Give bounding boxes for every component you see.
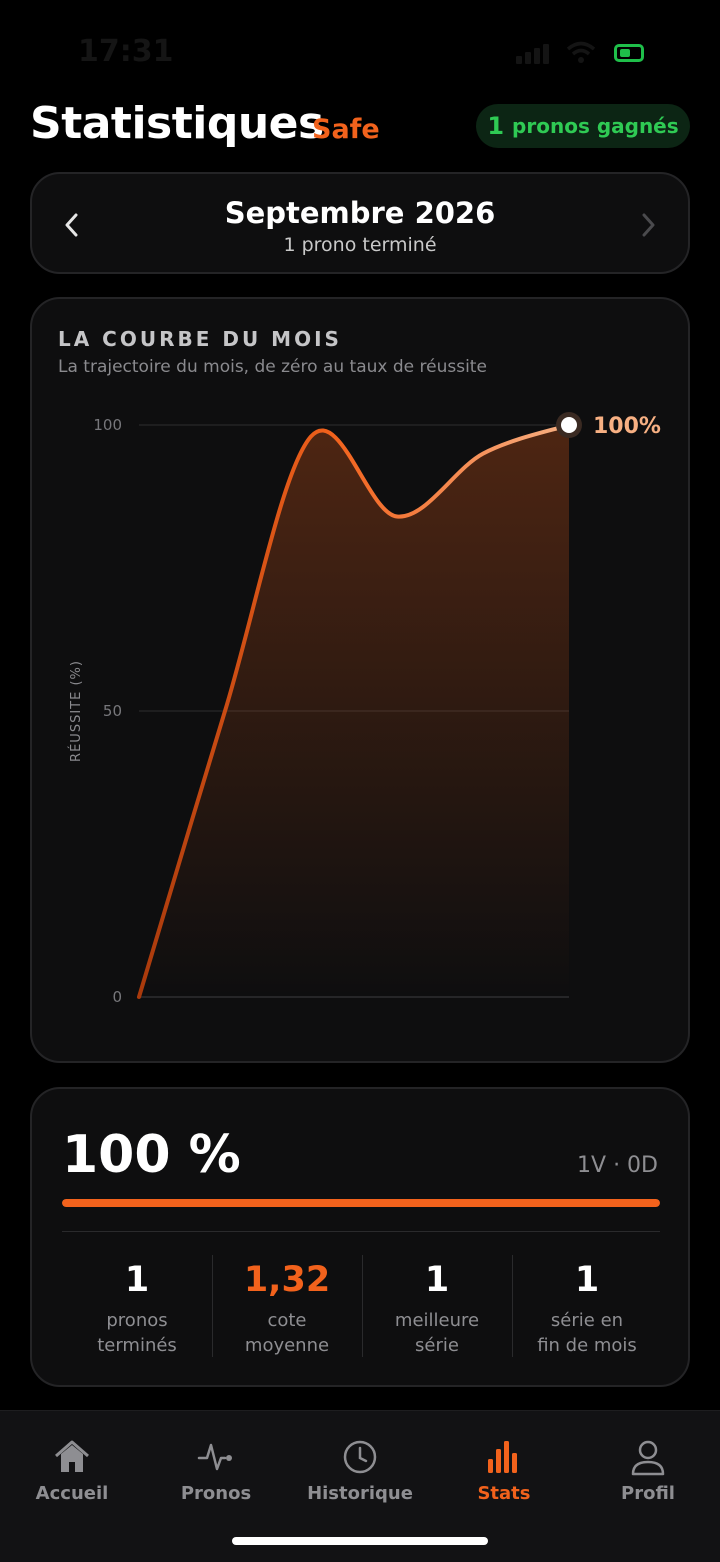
kpi-label: meilleure série	[394, 1310, 480, 1356]
month-curve-card: LA COURBE DU MOIS La trajectoire du mois…	[30, 297, 690, 1063]
nav-label: Profil	[621, 1483, 675, 1504]
month-subtitle: 1 prono terminé	[283, 234, 437, 256]
kpi-label: série en fin de mois	[537, 1310, 637, 1356]
y-tick-label: 100	[93, 416, 122, 434]
month-title: Septembre 2026	[224, 196, 496, 230]
month-selector: Septembre 2026 1 prono terminé	[30, 172, 690, 274]
bar-chart-icon	[488, 1441, 517, 1473]
nav-label: Stats	[477, 1483, 531, 1504]
won-label: pronos gagnés	[512, 114, 679, 138]
kpi-value: 1	[574, 1260, 600, 1300]
home-indicator[interactable]	[232, 1537, 488, 1545]
next-month-button[interactable]	[636, 210, 662, 240]
kpi-label: cote moyenne	[244, 1310, 330, 1356]
wifi-icon	[566, 41, 596, 63]
success-rate-chart: 100 50 0 RÉUSSITE (%) 100%	[68, 412, 661, 1006]
nav-label: Pronos	[180, 1483, 252, 1504]
nav-item-accueil[interactable]: Accueil	[0, 1437, 144, 1504]
nav-item-profil[interactable]: Profil	[576, 1437, 720, 1504]
nav-item-pronos[interactable]: Pronos	[144, 1437, 288, 1504]
user-icon	[631, 1440, 665, 1476]
clock-icon	[343, 1440, 377, 1474]
kpi-end-of-month-streak: 1 série en fin de mois	[512, 1253, 662, 1359]
success-rate-bar-fill	[62, 1199, 660, 1207]
success-rate-bar	[62, 1199, 660, 1207]
kpi-value: 1	[124, 1260, 150, 1300]
kpi-best-streak: 1 meilleure série	[362, 1253, 512, 1359]
kpi-value: 1,32	[243, 1260, 331, 1300]
status-bar: 17:31	[0, 0, 720, 100]
home-icon	[55, 1440, 89, 1472]
nav-item-stats[interactable]: Stats	[432, 1437, 576, 1504]
chevron-right-icon	[642, 213, 655, 237]
won-pronos-badge: 1 pronos gagnés	[476, 104, 690, 148]
kpi-average-odds: 1,32 cote moyenne	[212, 1253, 362, 1359]
mode-tag: Safe	[312, 114, 380, 145]
kpi-label: pronos terminés	[97, 1310, 177, 1356]
page-title: Statistiques	[30, 98, 324, 149]
y-tick-label: 50	[103, 702, 122, 720]
pulse-icon	[197, 1443, 232, 1471]
status-time: 17:31	[78, 34, 174, 69]
success-rate-value: 100 %	[62, 1125, 241, 1185]
battery-icon	[614, 44, 644, 62]
rate-summary-card: 100 % 1V · 0D 1 pronos terminés 1,32 cote…	[30, 1087, 690, 1387]
win-loss-record: 1V · 0D	[577, 1153, 658, 1178]
won-count: 1	[487, 112, 505, 140]
y-axis-label: RÉUSSITE (%)	[68, 660, 84, 762]
kpi-value: 1	[424, 1260, 450, 1300]
signal-icon	[516, 42, 552, 64]
nav-item-historique[interactable]: Historique	[288, 1437, 432, 1504]
kpi-row: 1 pronos terminés 1,32 cote moyenne 1 meil…	[62, 1253, 662, 1359]
divider	[62, 1231, 660, 1232]
y-tick-label: 0	[112, 988, 122, 1006]
end-value-label: 100%	[593, 414, 661, 439]
end-point	[561, 417, 577, 433]
nav-label: Historique	[307, 1483, 413, 1504]
kpi-finished-pronos: 1 pronos terminés	[62, 1253, 212, 1359]
nav-label: Accueil	[35, 1483, 109, 1504]
